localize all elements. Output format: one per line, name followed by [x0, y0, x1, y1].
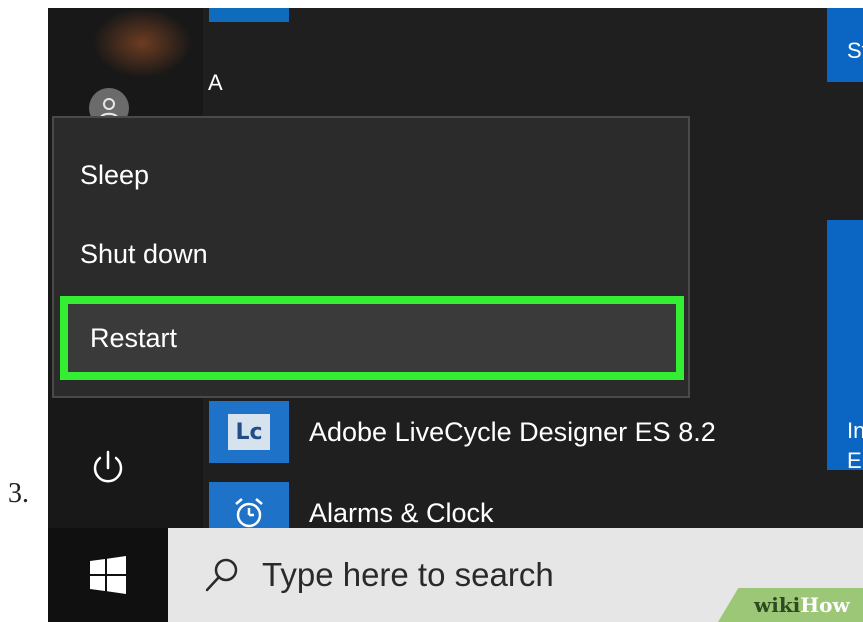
search-placeholder-text: Type here to search: [262, 556, 554, 593]
live-tile-top-right[interactable]: St: [827, 8, 863, 82]
live-tile-label: In E:: [847, 418, 863, 470]
step-number: 3.: [8, 478, 29, 509]
app-list-item-adobe-livecycle[interactable]: Lc Adobe LiveCycle Designer ES 8.2: [209, 401, 716, 463]
windows-screen: A Lc Adobe LiveCycle Designer ES 8.2 Ala…: [48, 8, 863, 622]
sleep-menu-item[interactable]: Sleep: [54, 140, 688, 210]
app-icon-glow: [92, 8, 192, 78]
power-options-menu: Sleep Shut down Restart: [52, 116, 690, 398]
livecycle-icon: Lc: [228, 414, 270, 450]
app-list-letter-header[interactable]: A: [208, 70, 223, 96]
app-tile-partial[interactable]: [209, 8, 289, 22]
app-label: Alarms & Clock: [309, 497, 494, 528]
windows-start-button[interactable]: [48, 528, 168, 622]
search-icon: [205, 558, 238, 592]
watermark-how-text: How: [800, 593, 850, 617]
power-icon[interactable]: [86, 446, 130, 490]
watermark-wiki-text: wiki: [754, 593, 801, 617]
live-tile-label: St: [847, 38, 863, 63]
shut-down-menu-item[interactable]: Shut down: [54, 219, 688, 289]
live-tile-right[interactable]: In E:: [827, 220, 863, 470]
alarm-clock-icon: [235, 498, 263, 528]
windows-logo-icon: [90, 556, 126, 594]
taskbar: Type here to search wiki How: [48, 528, 863, 622]
restart-menu-item[interactable]: Restart: [60, 296, 684, 380]
app-tile: Lc: [209, 401, 289, 463]
wikihow-watermark: wiki How: [718, 588, 863, 622]
app-label: Adobe LiveCycle Designer ES 8.2: [309, 416, 716, 447]
